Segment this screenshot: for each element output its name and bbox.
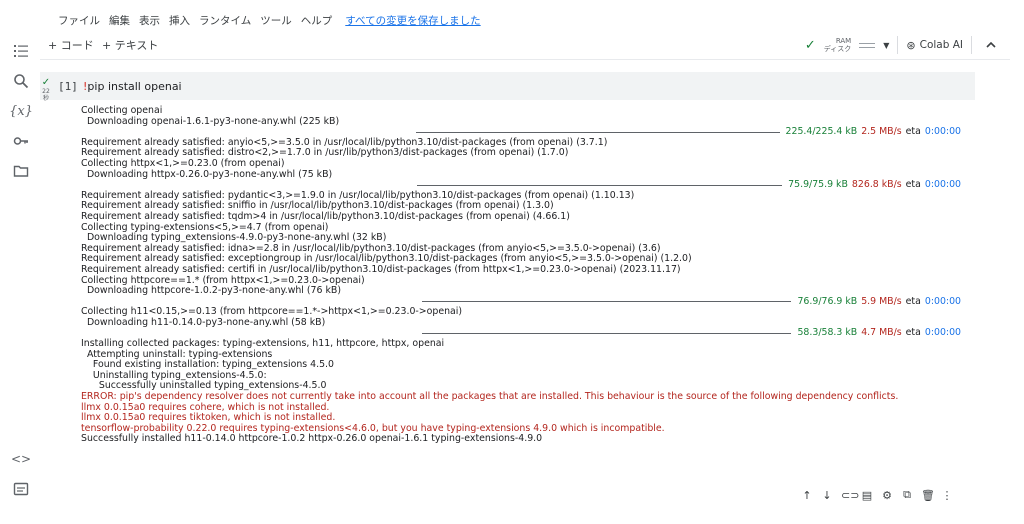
sparkle-icon: ⊛ [906, 38, 916, 52]
progress-size: 75.9/75.9 kB [788, 179, 848, 191]
progress-eta-value: 0:00:00 [924, 327, 961, 339]
toc-icon[interactable] [12, 42, 30, 60]
arrow-down-icon[interactable]: ↓ [821, 489, 833, 502]
menu-view[interactable]: 表示 [139, 13, 160, 28]
chevron-down-icon[interactable]: ▼ [883, 41, 889, 50]
progress-eta-value: 0:00:00 [924, 126, 961, 138]
menu-file[interactable]: ファイル [58, 13, 100, 28]
progress-eta-value: 0:00:00 [924, 179, 961, 191]
resource-indicator[interactable]: RAM ディスク [824, 37, 852, 53]
link-icon[interactable]: ⊂⊃ [841, 489, 859, 502]
menu-help[interactable]: ヘルプ [301, 13, 333, 28]
connected-check-icon: ✓ [804, 37, 816, 53]
comment-icon[interactable]: ▤ [861, 489, 873, 502]
cell-input[interactable]: ✓ 22 秒 [1] !pip install openai [40, 72, 975, 103]
output-line: Collecting httpx<1,>=0.23.0 (from openai… [81, 157, 285, 169]
toolbar-divider [971, 36, 972, 54]
settings-icon[interactable]: ⚙ [881, 489, 893, 502]
progress-speed: 5.9 MB/s [861, 295, 902, 307]
terminal-icon[interactable] [12, 480, 30, 498]
output-line: Collecting openai [81, 105, 163, 116]
progress-size: 58.3/58.3 kB [797, 327, 858, 339]
arrow-up-icon[interactable]: ↑ [801, 489, 813, 502]
output-line: Requirement already satisfied: tqdm>4 in… [81, 210, 570, 222]
progress-bar [421, 333, 792, 335]
progress-bar [417, 184, 783, 186]
menu-bar: ファイル 編集 表示 挿入 ランタイム ツール ヘルプ すべての変更を保存しまし… [58, 12, 481, 28]
code-cell[interactable]: ✓ 22 秒 [1] !pip install openai Collectin… [40, 72, 975, 512]
run-status[interactable]: ✓ 22 秒 [40, 77, 52, 103]
progress-bar [416, 131, 780, 133]
run-time: 22 [42, 88, 50, 95]
progress-speed: 4.7 MB/s [861, 327, 902, 339]
chevron-up-icon[interactable] [980, 34, 1002, 56]
colab-window: ファイル 編集 表示 挿入 ランタイム ツール ヘルプ すべての変更を保存しまし… [0, 0, 1024, 524]
menu-insert[interactable]: 挿入 [169, 13, 190, 28]
mirror-icon[interactable]: ⧉ [901, 488, 913, 502]
ram-label: RAM [835, 37, 852, 45]
menu-edit[interactable]: 編集 [109, 13, 130, 28]
progress-eta-label: eta [905, 327, 921, 339]
menu-runtime[interactable]: ランタイム [199, 13, 251, 28]
disk-label: ディスク [823, 45, 852, 53]
cell-toolbar: ↑ ↓ ⊂⊃ ▤ ⚙ ⧉ 🗑 ⋮ [801, 488, 953, 502]
search-icon[interactable] [12, 72, 30, 90]
execution-count: [1] [58, 80, 78, 93]
key-icon[interactable] [12, 132, 30, 150]
add-text-button[interactable]: + テキスト [102, 37, 158, 53]
code-editor[interactable]: !pip install openai [83, 80, 182, 93]
folder-icon[interactable] [12, 162, 30, 180]
code-snippets-icon[interactable]: <> [11, 450, 31, 468]
output-line: Successfully installed h11-0.14.0 httpco… [81, 433, 543, 445]
saved-status-link[interactable]: すべての変更を保存しました [345, 13, 480, 28]
toolbar-right: ✓ RAM ディスク ▼ ⊛ Colab AI [805, 34, 1002, 56]
notebook-toolbar: + コード + テキスト ✓ RAM ディスク ▼ ⊛ Colab AI [40, 30, 1010, 60]
run-time-unit: 秒 [42, 95, 49, 102]
progress-size: 225.4/225.4 kB [785, 126, 858, 138]
code-text: pip install openai [87, 80, 182, 93]
progress-eta-value: 0:00:00 [924, 295, 961, 307]
left-rail: {x} <> [0, 30, 40, 524]
progress-bar [421, 301, 792, 303]
colab-ai-button[interactable]: ⊛ Colab AI [906, 39, 963, 52]
toolbar-divider [897, 36, 899, 54]
variables-icon[interactable]: {x} [9, 102, 33, 120]
menu-tools[interactable]: ツール [260, 13, 292, 28]
progress-speed: 826.8 kB/s [851, 179, 902, 191]
progress-speed: 2.5 MB/s [861, 126, 902, 138]
progress-eta-label: eta [905, 179, 921, 191]
progress-eta-label: eta [905, 295, 921, 307]
run-complete-icon: ✓ [41, 77, 51, 88]
delete-icon[interactable]: 🗑 [921, 489, 935, 502]
resource-bars [859, 42, 876, 48]
colab-ai-label: Colab AI [919, 39, 963, 51]
add-code-button[interactable]: + コード [48, 37, 94, 53]
output-line: Requirement already satisfied: certifi i… [81, 263, 681, 275]
progress-size: 76.9/76.9 kB [797, 295, 858, 307]
cell-output: Collecting openai Downloading openai-1.6… [81, 105, 961, 445]
progress-eta-label: eta [905, 126, 921, 138]
more-vert-icon[interactable]: ⋮ [941, 489, 953, 502]
